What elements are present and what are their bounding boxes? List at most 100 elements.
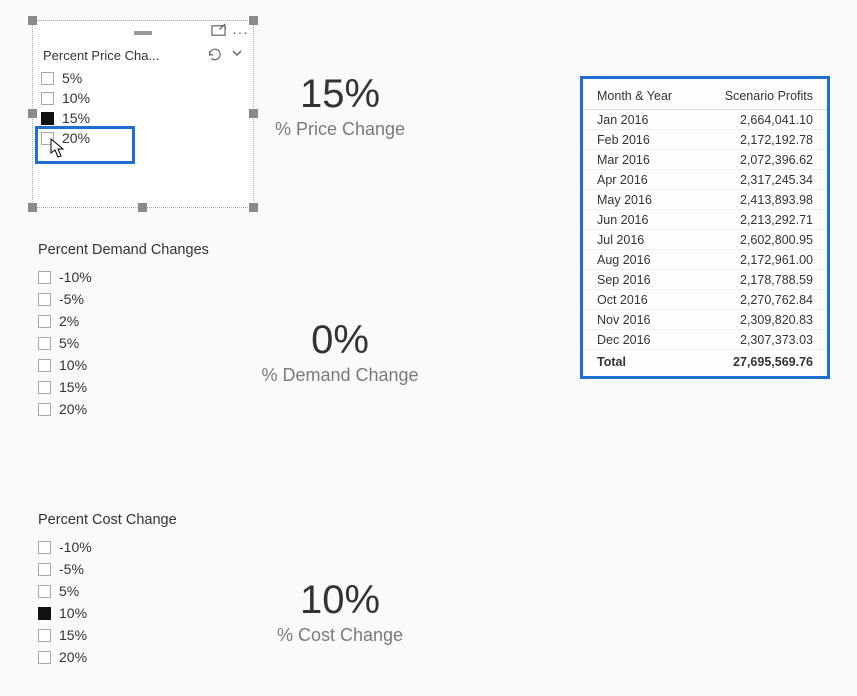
cell-month: Nov 2016 [583,310,698,330]
slicer-option[interactable]: -5% [38,558,308,580]
option-label: -10% [59,269,92,285]
option-label: 20% [59,401,87,417]
chevron-down-icon[interactable] [231,47,243,64]
checkbox-icon[interactable] [41,132,54,145]
cell-month: Mar 2016 [583,150,698,170]
table-row[interactable]: May 20162,413,893.98 [583,190,827,210]
cell-month: Jul 2016 [583,230,698,250]
slicer-option[interactable]: 5% [41,68,245,88]
cell-value: 2,307,373.03 [698,330,827,350]
kpi-label: % Price Change [250,119,430,140]
option-label: 10% [59,357,87,373]
clear-selection-icon[interactable] [207,47,221,64]
cell-month: Oct 2016 [583,290,698,310]
checkbox-icon[interactable] [38,651,51,664]
table-row[interactable]: Aug 20162,172,961.00 [583,250,827,270]
cell-value: 2,072,396.62 [698,150,827,170]
slicer-option[interactable]: -5% [38,288,308,310]
resize-handle[interactable] [28,109,37,118]
table-row[interactable]: Mar 20162,072,396.62 [583,150,827,170]
column-header[interactable]: Month & Year [583,85,698,110]
checkbox-icon[interactable] [38,541,51,554]
cell-value: 2,213,292.71 [698,210,827,230]
table-row[interactable]: Dec 20162,307,373.03 [583,330,827,350]
kpi-value: 10% [250,578,430,623]
resize-handle[interactable] [138,203,147,212]
table-row[interactable]: Jan 20162,664,041.10 [583,110,827,130]
kpi-label: % Demand Change [240,365,440,386]
slicer-option[interactable]: -10% [38,266,308,288]
more-options-icon[interactable]: ··· [232,24,249,40]
cell-value: 2,172,192.78 [698,130,827,150]
scenario-profits-table[interactable]: Month & Year Scenario Profits Jan 20162,… [580,76,830,379]
table-row[interactable]: Jul 20162,602,800.95 [583,230,827,250]
table-row[interactable]: Feb 20162,172,192.78 [583,130,827,150]
table-row[interactable]: Apr 20162,317,245.34 [583,170,827,190]
checkbox-icon[interactable] [38,293,51,306]
table-total-row: Total27,695,569.76 [583,350,827,372]
checkbox-icon[interactable] [38,337,51,350]
cell-month: Jun 2016 [583,210,698,230]
option-label: -5% [59,561,84,577]
kpi-label: % Cost Change [250,625,430,646]
option-label: -5% [59,291,84,307]
slicer-title: Percent Price Cha... [43,48,159,63]
resize-handle[interactable] [249,203,258,212]
slicer-option[interactable]: 20% [41,128,245,148]
visual-header[interactable]: ··· [33,21,253,45]
checkbox-icon[interactable] [38,403,51,416]
option-label: -10% [59,539,92,555]
checkbox-icon[interactable] [38,315,51,328]
option-label: 10% [59,605,87,621]
slicer-title: Percent Cost Change [38,512,308,528]
total-value: 27,695,569.76 [698,350,827,372]
option-label: 5% [59,583,79,599]
drag-grip-icon[interactable] [134,31,152,35]
cell-month: Aug 2016 [583,250,698,270]
option-label: 20% [59,649,87,665]
option-label: 5% [59,335,79,351]
cell-value: 2,317,245.34 [698,170,827,190]
checkbox-icon[interactable] [38,607,51,620]
checkbox-icon[interactable] [38,359,51,372]
cell-month: Feb 2016 [583,130,698,150]
slicer-option[interactable]: 15% [41,108,245,128]
kpi-value: 0% [240,318,440,363]
option-label: 15% [59,627,87,643]
table-row[interactable]: Nov 20162,309,820.83 [583,310,827,330]
kpi-demand-change: 0% % Demand Change [240,318,440,386]
cell-month: May 2016 [583,190,698,210]
cell-value: 2,664,041.10 [698,110,827,130]
checkbox-icon[interactable] [38,585,51,598]
checkbox-icon[interactable] [41,92,54,105]
option-label: 20% [62,130,90,146]
cell-value: 2,602,800.95 [698,230,827,250]
price-slicer-visual[interactable]: ··· Percent Price Cha... 5% 10% 15% 20% [32,20,254,208]
slicer-option[interactable]: 10% [41,88,245,108]
checkbox-icon[interactable] [41,112,54,125]
focus-mode-icon[interactable] [211,23,226,41]
cell-value: 2,309,820.83 [698,310,827,330]
checkbox-icon[interactable] [38,271,51,284]
kpi-value: 15% [250,72,430,117]
checkbox-icon[interactable] [38,381,51,394]
option-label: 5% [62,70,82,86]
kpi-cost-change: 10% % Cost Change [250,578,430,646]
slicer-option[interactable]: -10% [38,536,308,558]
column-header[interactable]: Scenario Profits [698,85,827,110]
slicer-option[interactable]: 20% [38,646,308,668]
option-label: 2% [59,313,79,329]
checkbox-icon[interactable] [41,72,54,85]
table-row[interactable]: Oct 20162,270,762.84 [583,290,827,310]
cell-month: Apr 2016 [583,170,698,190]
option-label: 15% [59,379,87,395]
table-row[interactable]: Sep 20162,178,788.59 [583,270,827,290]
checkbox-icon[interactable] [38,563,51,576]
resize-handle[interactable] [28,203,37,212]
table-row[interactable]: Jun 20162,213,292.71 [583,210,827,230]
cell-value: 2,413,893.98 [698,190,827,210]
slicer-option[interactable]: 20% [38,398,308,420]
total-label: Total [583,350,698,372]
checkbox-icon[interactable] [38,629,51,642]
kpi-price-change: 15% % Price Change [250,72,430,140]
